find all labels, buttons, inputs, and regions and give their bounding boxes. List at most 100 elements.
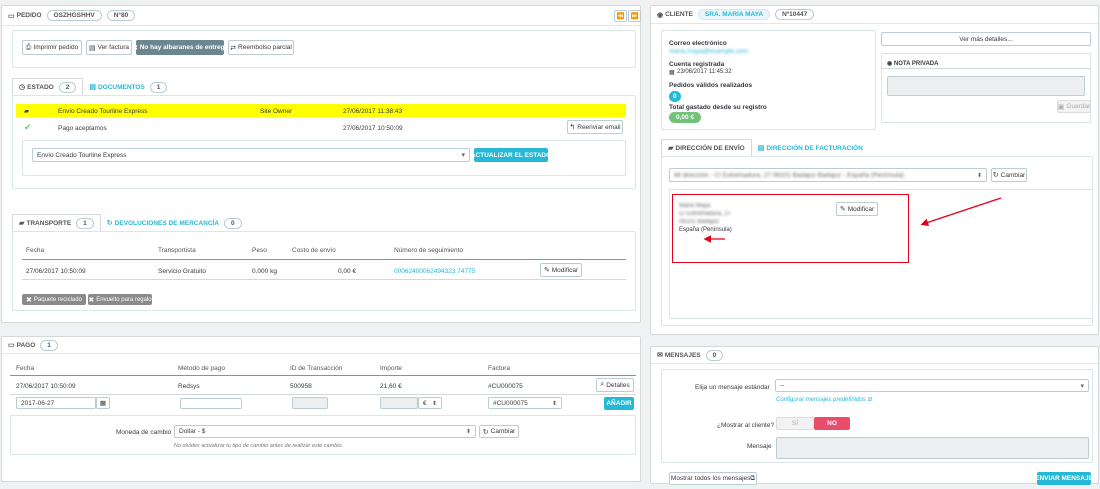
tab-returns[interactable]: ↻ DEVOLUCIONES DE MERCANCÍA 0 <box>101 214 248 232</box>
standard-message-label: Elija un mensaje estándar <box>695 384 770 391</box>
order-header: ▭ PEDIDO OSZHGSHHV N°80 <box>2 6 640 26</box>
order-status-select[interactable]: Envío Creado Tourline Express <box>32 148 470 162</box>
col-payment-date: Fecha <box>16 365 35 372</box>
payment-count: 1 <box>40 339 58 351</box>
exchange-icon: ⇄ <box>230 44 237 52</box>
payment-details-button[interactable]: ⌕ Detalles <box>596 378 634 392</box>
currency-label: Moneda de cambio <box>116 429 172 436</box>
payment-date-input[interactable]: 2017-06-27 <box>16 397 96 409</box>
col-shipping-cost: Costo de envío <box>292 247 336 254</box>
calendar-icon: ▦ <box>99 400 107 407</box>
clock-icon: ◷ <box>19 84 26 91</box>
show-no-toggle[interactable]: NO <box>814 417 850 430</box>
annotation-arrow-right <box>920 197 1002 227</box>
close-icon: ✖ <box>26 296 32 304</box>
col-amount: Importe <box>380 365 403 372</box>
currency-select[interactable]: € <box>418 397 442 409</box>
update-status-button[interactable]: ACTUALIZAR EL ESTADO <box>471 148 551 162</box>
change-currency-button[interactable]: ↻ Cambiar <box>479 425 519 438</box>
envelope-icon: ✉ <box>657 352 663 359</box>
external-link-icon: ⧉ <box>865 397 872 403</box>
show-all-messages-button[interactable]: Mostrar todos los mensajes ⧉ <box>669 472 757 485</box>
truck-icon: ▰ <box>19 220 25 227</box>
row-divider <box>22 279 626 280</box>
messages-panel: ✉ MENSAJES 0 Elija un mensaje estándar -… <box>650 346 1099 485</box>
payment-invoice: #CU000075 <box>488 383 523 390</box>
gift-wrap-badge: ✖ Envuelto para regalo <box>88 294 152 305</box>
history-date-1: 27/06/2017 11:38:43 <box>343 108 403 115</box>
transaction-id-input[interactable] <box>292 397 328 409</box>
payment-table-divider <box>10 375 636 376</box>
col-payment-method: Método de pago <box>178 365 225 372</box>
prev-order-button[interactable]: ⏪ <box>614 10 627 22</box>
customer-panel: ◉ CLIENTE SRA. MARIA MAYA Nº10447 Correo… <box>650 5 1099 335</box>
message-textarea[interactable] <box>776 437 1089 459</box>
exchange-currency-select[interactable]: Dollar - $ <box>174 425 476 438</box>
money-icon: ▭ <box>8 342 15 349</box>
check-icon: ✔ <box>24 122 32 132</box>
resend-email-button[interactable]: ↰ Reenviar email <box>567 120 623 134</box>
modify-shipping-button[interactable]: ✎ Modificar <box>540 263 582 277</box>
shipping-carrier: Servicio Gratuito <box>158 268 207 275</box>
reply-icon: ↰ <box>569 124 576 131</box>
standard-message-select[interactable]: -- <box>775 379 1089 392</box>
shipping-tabs: ▰ TRANSPORTE 1 ↻ DEVOLUCIONES DE MERCANCÍA 0 <box>12 214 248 232</box>
tab-transport[interactable]: ▰ TRANSPORTE 1 <box>12 214 101 232</box>
calendar-button[interactable]: ▦ <box>96 397 110 409</box>
shipping-weight: 0.000 kg <box>252 268 277 275</box>
send-message-button[interactable]: ENVIAR MENSAJE <box>1035 472 1093 485</box>
file-icon: ▤ <box>89 84 96 91</box>
tracking-number-link[interactable]: 00062400062494323 74775 <box>394 268 475 275</box>
amount-input[interactable] <box>380 397 418 409</box>
shipping-cost: 0,00 € <box>338 268 357 275</box>
payment-title: PAGO <box>16 341 36 349</box>
order-panel: ▭ PEDIDO OSZHGSHHV N°80 ⏪ ⏩ ⎙ Imprimir pe… <box>1 5 641 323</box>
show-yes-toggle[interactable]: SÍ <box>776 417 814 430</box>
col-date: Fecha <box>26 247 45 254</box>
history-employee-1: Site Owner <box>260 108 293 115</box>
close-icon: ✖ <box>88 296 95 304</box>
configure-messages-link[interactable]: Configurar mensajes predefinidos ⧉ <box>776 397 872 404</box>
backward-icon: ⏪ <box>616 13 625 20</box>
next-order-button[interactable]: ⏩ <box>628 10 641 22</box>
refresh-icon: ↻ <box>482 428 489 436</box>
shipping-date: 27/06/2017 10:50:09 <box>26 268 86 275</box>
messages-title: MENSAJES <box>664 351 701 359</box>
no-delivery-button[interactable]: ✖ No hay albaranes de entrega <box>132 40 228 55</box>
tab-status[interactable]: ◷ ESTADO 2 <box>12 78 84 96</box>
message-label: Mensaje <box>747 443 772 450</box>
close-icon: ✖ <box>131 44 138 52</box>
print-order-button[interactable]: ⎙ Imprimir pedido <box>22 40 82 55</box>
payment-method-input[interactable] <box>180 398 242 409</box>
messages-header: ✉ MENSAJES 0 <box>651 347 1098 364</box>
col-weight: Peso <box>252 247 267 254</box>
payment-header: ▭ PAGO 1 <box>2 337 640 354</box>
col-transaction-id: ID de Transacción <box>290 365 343 372</box>
tab-documents[interactable]: ▤ DOCUMENTOS 1 <box>83 78 173 96</box>
payment-date: 27/06/2017 10:50:09 <box>16 383 76 390</box>
search-icon: ⌕ <box>600 381 605 388</box>
invoice-select[interactable]: #CU000075 <box>488 397 562 409</box>
payment-method: Redsys <box>178 383 200 390</box>
status-tabs: ◷ ESTADO 2 ▤ DOCUMENTOS 1 <box>12 78 173 96</box>
credit-card-icon: ▭ <box>8 12 15 20</box>
col-carrier: Transportista <box>158 247 196 254</box>
history-date-2: 27/06/2017 10:50:09 <box>343 125 403 132</box>
show-customer-label: ¿Mostrar al cliente? <box>717 422 775 429</box>
partial-refund-button[interactable]: ⇄ Reembolso parcial <box>228 40 294 55</box>
history-status-1: Envío Creado Tourline Express <box>58 108 148 115</box>
order-title: PEDIDO <box>16 12 42 19</box>
refresh-icon: ↻ <box>106 220 113 227</box>
table-divider <box>22 259 626 260</box>
col-tracking: Número de seguimiento <box>394 247 464 254</box>
history-status-2: Pago aceptamos <box>58 125 107 132</box>
payment-transaction: 500958 <box>290 383 312 390</box>
pencil-icon: ✎ <box>543 267 550 274</box>
messages-count: 0 <box>705 349 724 361</box>
add-payment-button[interactable]: AÑADIR <box>604 397 634 410</box>
payment-row-divider <box>10 394 636 395</box>
view-invoice-button[interactable]: ▤ Ver factura <box>86 40 132 55</box>
payment-amount: 21,60 € <box>380 383 402 390</box>
recycled-package-badge: ✖ Paquete reciclado <box>22 294 86 305</box>
currency-note: No olvides actualizar tu tipo de cambio … <box>174 443 344 449</box>
